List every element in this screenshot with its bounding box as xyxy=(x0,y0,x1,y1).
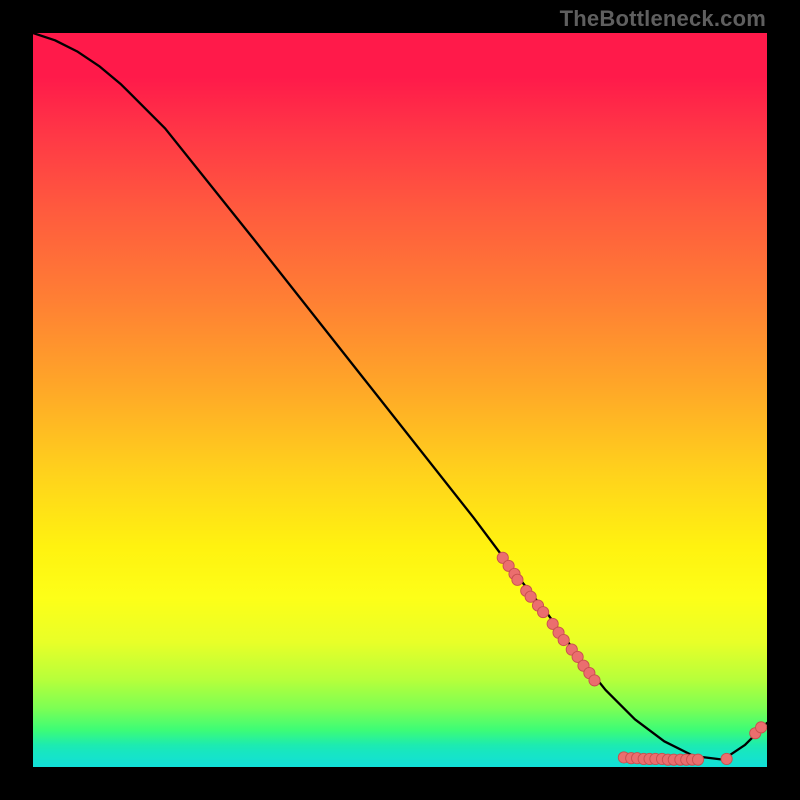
data-point xyxy=(558,634,569,645)
data-points xyxy=(497,552,767,765)
data-point xyxy=(512,574,523,585)
chart-svg xyxy=(33,33,767,767)
data-point xyxy=(589,675,600,686)
data-point xyxy=(692,754,703,765)
data-point xyxy=(721,753,732,764)
data-point xyxy=(756,722,767,733)
watermark-text: TheBottleneck.com xyxy=(560,6,766,32)
chart-stage: TheBottleneck.com xyxy=(0,0,800,800)
data-point xyxy=(538,607,549,618)
plot-area xyxy=(33,33,767,767)
bottleneck-curve xyxy=(33,33,767,760)
